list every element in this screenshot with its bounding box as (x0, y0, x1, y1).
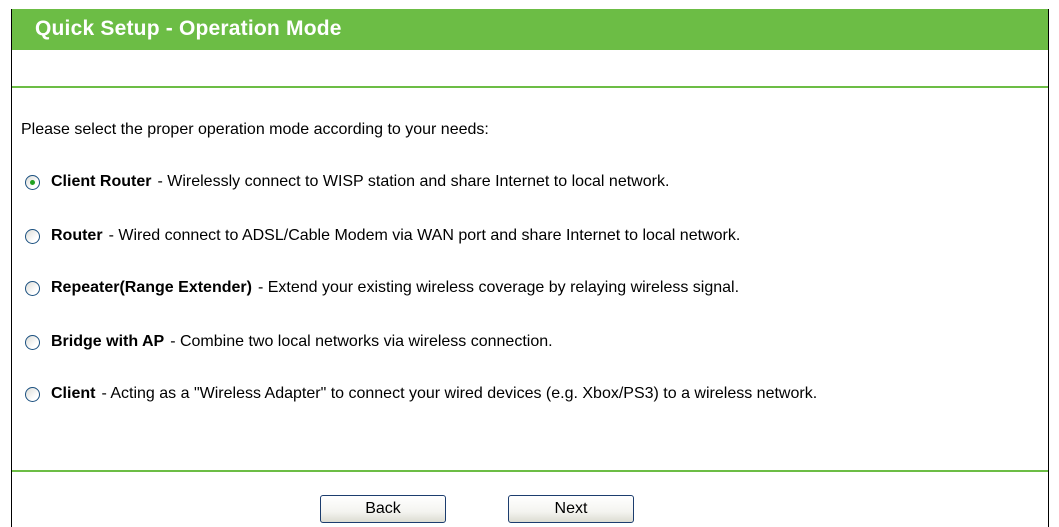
back-button[interactable]: Back (320, 495, 446, 523)
radio-selected-icon[interactable] (25, 174, 40, 190)
bottom-divider (12, 470, 1048, 472)
operation-mode-panel: Quick Setup - Operation Mode Please sele… (11, 9, 1049, 527)
option-name: Repeater(Range Extender) (51, 279, 252, 296)
option-name: Bridge with AP (51, 333, 165, 350)
option-description: - Wired connect to ADSL/Cable Modem via … (108, 227, 741, 244)
radio-unselected-icon[interactable] (25, 280, 40, 296)
option-repeater[interactable]: Repeater(Range Extender) - Extend your e… (25, 277, 739, 299)
option-description: - Wirelessly connect to WISP station and… (157, 173, 670, 190)
radio-unselected-icon[interactable] (25, 228, 40, 244)
option-name: Router (51, 227, 103, 244)
option-client[interactable]: Client - Acting as a "Wireless Adapter" … (25, 383, 817, 405)
option-bridge-with-ap[interactable]: Bridge with AP - Combine two local netwo… (25, 331, 553, 353)
option-description: - Extend your existing wireless coverage… (257, 279, 740, 296)
next-button[interactable]: Next (508, 495, 634, 523)
option-name: Client Router (51, 173, 152, 190)
page-title: Quick Setup - Operation Mode (35, 17, 342, 40)
option-name: Client (51, 385, 96, 402)
top-divider (12, 86, 1048, 88)
option-router[interactable]: Router - Wired connect to ADSL/Cable Mod… (25, 225, 740, 247)
option-client-router[interactable]: Client Router - Wirelessly connect to WI… (25, 171, 669, 193)
radio-unselected-icon[interactable] (25, 386, 40, 402)
intro-text: Please select the proper operation mode … (21, 121, 489, 138)
option-description: - Combine two local networks via wireles… (170, 333, 553, 350)
radio-unselected-icon[interactable] (25, 334, 40, 350)
title-bar: Quick Setup - Operation Mode (12, 9, 1048, 50)
option-description: - Acting as a "Wireless Adapter" to conn… (101, 385, 818, 402)
